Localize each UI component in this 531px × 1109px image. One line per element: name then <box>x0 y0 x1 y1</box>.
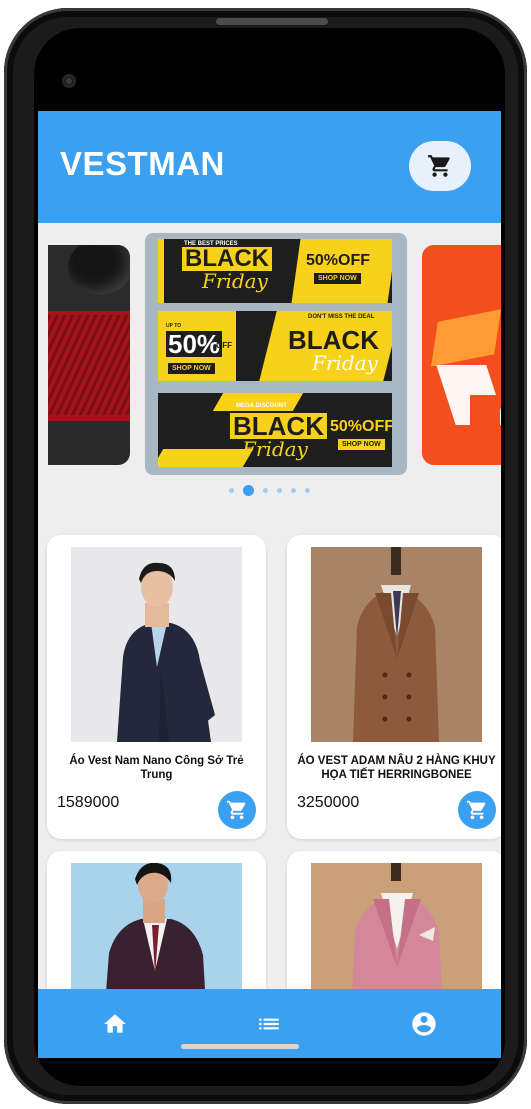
banner-slide-next[interactable] <box>422 245 501 465</box>
banner-card: THE BEST PRICES BLACK Friday 50%OFF SHOP… <box>158 239 392 303</box>
cart-button[interactable] <box>409 141 471 191</box>
phone-frame: VESTMAN THE BEST PRICES BLACK Friday 50%… <box>4 8 527 1104</box>
product-price: 3250000 <box>297 794 360 811</box>
carousel-dot[interactable] <box>291 488 296 493</box>
nav-account[interactable] <box>389 999 459 1049</box>
banner-slide-active[interactable]: THE BEST PRICES BLACK Friday 50%OFF SHOP… <box>145 233 407 475</box>
carousel-dot[interactable] <box>243 485 254 496</box>
account-icon <box>412 1011 436 1036</box>
banner-card: MEGA DISCOUNT BLACK Friday 50%OFF SHOP N… <box>158 393 392 467</box>
carousel-dot[interactable] <box>277 488 282 493</box>
app-title: VESTMAN <box>60 145 225 182</box>
list-icon <box>259 1018 280 1029</box>
banner-card: UP TO 50% OFF SHOP NOW DON'T MISS THE DE… <box>158 311 392 381</box>
phone-bezel: VESTMAN THE BEST PRICES BLACK Friday 50%… <box>34 28 505 1086</box>
gesture-bar[interactable] <box>181 1044 299 1049</box>
nav-home[interactable] <box>80 999 150 1049</box>
add-to-cart-button[interactable] <box>458 791 496 829</box>
product-card[interactable]: ÁO VEST ADAM NÂU 2 HÀNG KHUY HỌA TIẾT HE… <box>287 535 501 839</box>
cart-icon <box>466 800 486 820</box>
app-screen: VESTMAN THE BEST PRICES BLACK Friday 50%… <box>38 111 501 1058</box>
app-bar: VESTMAN <box>38 111 501 223</box>
add-to-cart-button[interactable] <box>218 791 256 829</box>
carousel-dot[interactable] <box>229 488 234 493</box>
cart-icon <box>226 800 246 820</box>
product-image <box>311 547 482 742</box>
home-icon <box>104 1013 126 1033</box>
carousel-dot[interactable] <box>305 488 310 493</box>
product-title: ÁO VEST ADAM NÂU 2 HÀNG KHUY HỌA TIẾT HE… <box>297 755 496 781</box>
banner-carousel[interactable]: THE BEST PRICES BLACK Friday 50%OFF SHOP… <box>38 223 501 523</box>
carousel-indicator <box>38 485 501 496</box>
product-price: 1589000 <box>57 794 120 811</box>
nav-list[interactable] <box>234 999 304 1049</box>
banner-slide-previous[interactable] <box>48 245 130 465</box>
camera-icon <box>62 74 76 88</box>
cart-icon <box>428 155 450 177</box>
speaker-grille <box>216 18 328 25</box>
carousel-dot[interactable] <box>263 488 268 493</box>
product-card[interactable]: Áo Vest Nam Nano Công Sở Trẻ Trung 15890… <box>47 535 266 839</box>
product-title: Áo Vest Nam Nano Công Sở Trẻ Trung <box>69 755 244 781</box>
product-image <box>71 547 242 742</box>
